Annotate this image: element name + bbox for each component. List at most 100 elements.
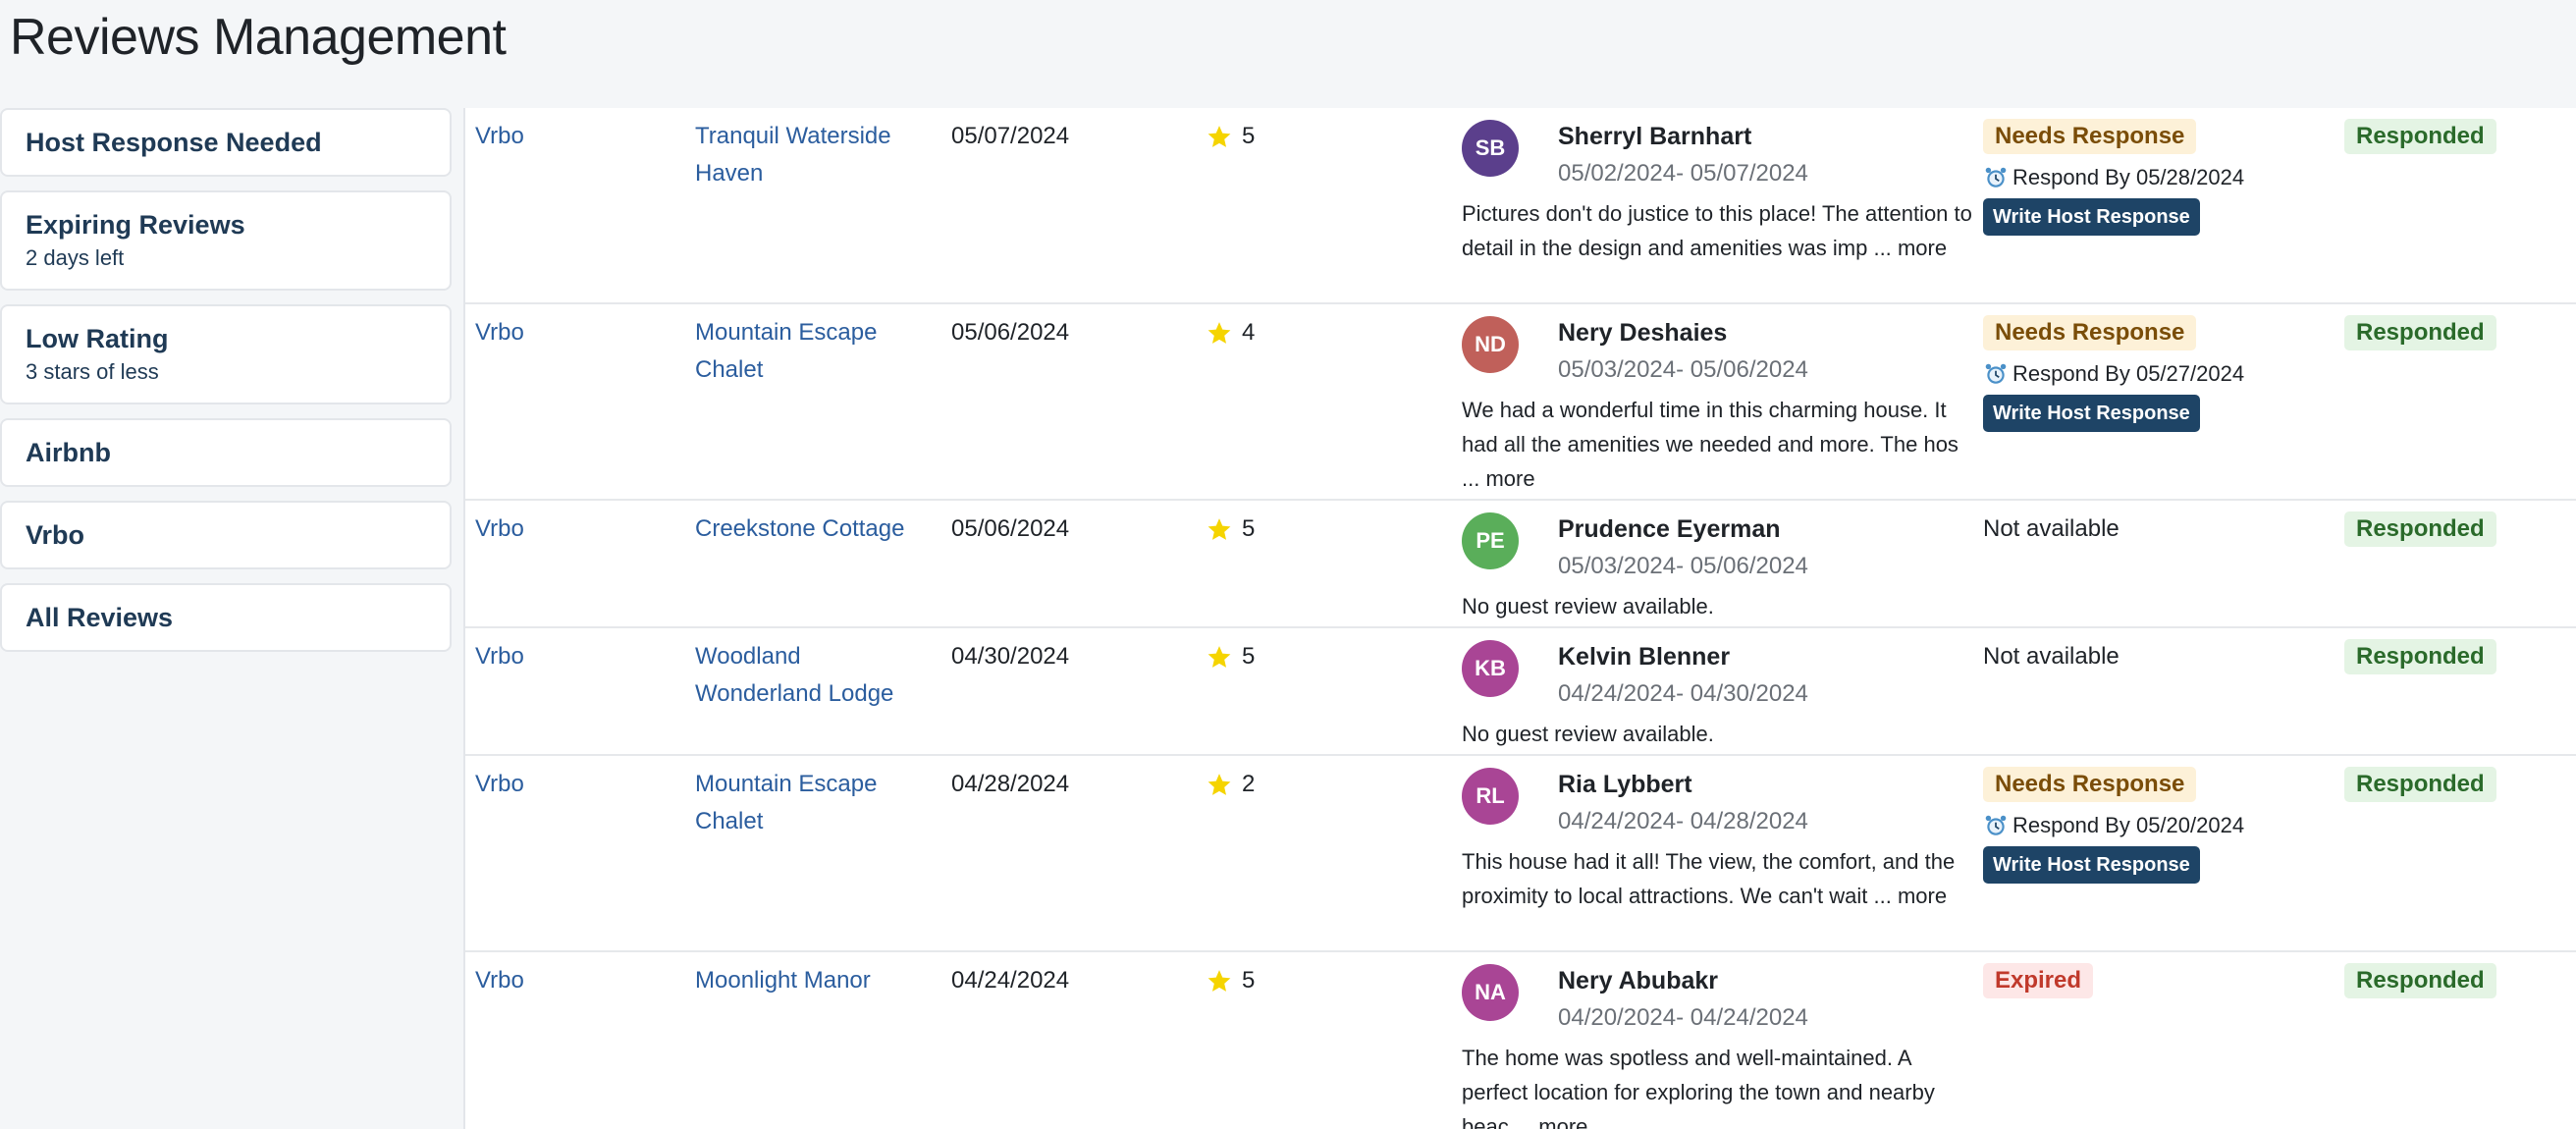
stay-dates: 04/24/2024- 04/28/2024: [1558, 808, 1808, 834]
guest-name: Nery Abubakr: [1558, 967, 1719, 995]
filter-title: All Reviews: [26, 603, 174, 632]
source-link[interactable]: Vrbo: [475, 771, 524, 797]
property-link[interactable]: Mountain Escape Chalet: [695, 319, 877, 383]
avatar: PE: [1462, 512, 1519, 569]
review-date: 04/30/2024: [951, 643, 1070, 670]
page-title: Reviews Management: [10, 9, 507, 66]
more-link[interactable]: more: [1898, 236, 1947, 260]
guest-cell: SB Sherryl Barnhart 05/02/2024- 05/07/20…: [1462, 118, 1972, 265]
rating: 2: [1207, 766, 1255, 803]
review-snippet: This house had it all! The view, the com…: [1462, 849, 1956, 908]
respond-by-text: Respond By 05/20/2024: [2012, 813, 2245, 837]
avatar: KB: [1462, 640, 1519, 697]
stay-dates: 05/02/2024- 05/07/2024: [1558, 160, 1808, 187]
review-text: Pictures don't do justice to this place!…: [1462, 196, 1972, 265]
review-snippet: Pictures don't do justice to this place!…: [1462, 201, 1972, 260]
alarm-clock-icon: [1985, 363, 2007, 384]
filter-expiring-reviews[interactable]: Expiring Reviews 2 days left: [0, 190, 452, 291]
response-not-available: Not available: [1983, 643, 2120, 670]
status-badge: Responded: [2344, 511, 2496, 547]
review-text: The home was spotless and well-maintaine…: [1462, 1041, 1972, 1129]
respond-by: Respond By 05/28/2024: [1983, 161, 2336, 194]
stay-dates: 05/03/2024- 05/06/2024: [1558, 553, 1808, 579]
write-host-response-button[interactable]: Write Host Response: [1983, 198, 2200, 236]
filter-sidebar: Host Response Needed Expiring Reviews 2 …: [0, 108, 452, 666]
guest-name: Nery Deshaies: [1558, 319, 1728, 347]
filter-airbnb[interactable]: Airbnb: [0, 418, 452, 487]
status-badge: Responded: [2344, 119, 2496, 154]
stay-dates: 04/20/2024- 04/24/2024: [1558, 1004, 1808, 1031]
star-icon: [1208, 126, 1231, 147]
guest-cell: KB Kelvin Blenner 04/24/2024- 04/30/2024…: [1462, 638, 1972, 751]
rating-value: 5: [1242, 643, 1256, 670]
filter-subtitle: 3 stars of less: [26, 359, 159, 384]
source-link[interactable]: Vrbo: [475, 123, 524, 149]
star-icon: [1208, 774, 1231, 795]
response-not-available: Not available: [1983, 515, 2120, 542]
property-link[interactable]: Mountain Escape Chalet: [695, 771, 877, 834]
guest-cell: PE Prudence Eyerman 05/03/2024- 05/06/20…: [1462, 511, 1972, 623]
write-host-response-button[interactable]: Write Host Response: [1983, 395, 2200, 432]
guest-cell: ND Nery Deshaies 05/03/2024- 05/06/2024 …: [1462, 314, 1972, 496]
filter-host-response-needed[interactable]: Host Response Needed: [0, 108, 452, 177]
source-link[interactable]: Vrbo: [475, 515, 524, 542]
star-icon: [1208, 970, 1231, 992]
rating: 5: [1207, 962, 1255, 999]
table-row: Vrbo Creekstone Cottage 05/06/2024 5 PE …: [465, 501, 2576, 628]
status-badge: Responded: [2344, 963, 2496, 998]
review-date: 04/24/2024: [951, 967, 1070, 994]
needs-response-badge: Needs Response: [1983, 315, 2197, 350]
filter-title: Vrbo: [26, 520, 85, 550]
property-link[interactable]: Creekstone Cottage: [695, 515, 904, 542]
avatar: RL: [1462, 768, 1519, 825]
rating-value: 4: [1242, 319, 1256, 346]
guest-name: Prudence Eyerman: [1558, 515, 1781, 543]
respond-by: Respond By 05/27/2024: [1983, 357, 2336, 391]
write-host-response-button[interactable]: Write Host Response: [1983, 846, 2200, 884]
stay-dates: 04/24/2024- 04/30/2024: [1558, 680, 1808, 707]
rating-value: 5: [1242, 123, 1256, 149]
source-link[interactable]: Vrbo: [475, 967, 524, 994]
rating-value: 2: [1242, 771, 1256, 797]
respond-by: Respond By 05/20/2024: [1983, 809, 2336, 842]
more-link[interactable]: more: [1485, 466, 1534, 491]
status-badge: Responded: [2344, 767, 2496, 802]
filter-vrbo[interactable]: Vrbo: [0, 501, 452, 569]
property-link[interactable]: Tranquil Waterside Haven: [695, 123, 891, 187]
review-date: 05/06/2024: [951, 515, 1070, 542]
filter-title: Expiring Reviews: [26, 210, 245, 240]
rating-value: 5: [1242, 967, 1256, 994]
status-badge: Responded: [2344, 315, 2496, 350]
star-icon: [1208, 322, 1231, 344]
filter-title: Low Rating: [26, 324, 169, 353]
source-link[interactable]: Vrbo: [475, 643, 524, 670]
response-cell: Needs Response Respond By 05/20/2024 Wri…: [1983, 766, 2336, 884]
response-cell: Not available: [1983, 638, 2336, 675]
filter-low-rating[interactable]: Low Rating 3 stars of less: [0, 304, 452, 404]
avatar: NA: [1462, 964, 1519, 1021]
rating: 4: [1207, 314, 1255, 351]
more-link[interactable]: more: [1898, 884, 1947, 908]
review-date: 05/06/2024: [951, 319, 1070, 346]
table-row: Vrbo Moonlight Manor 04/24/2024 5 NA Ner…: [465, 952, 2576, 1129]
review-snippet: The home was spotless and well-maintaine…: [1462, 1046, 1935, 1129]
alarm-clock-icon: [1985, 167, 2007, 188]
status-badge: Responded: [2344, 639, 2496, 674]
respond-by-text: Respond By 05/28/2024: [2012, 165, 2245, 189]
source-link[interactable]: Vrbo: [475, 319, 524, 346]
review-text: No guest review available.: [1462, 722, 1714, 746]
response-cell: Not available: [1983, 511, 2336, 548]
table-row: Vrbo Tranquil Waterside Haven 05/07/2024…: [465, 108, 2576, 304]
property-link[interactable]: Moonlight Manor: [695, 967, 871, 994]
rating: 5: [1207, 638, 1255, 675]
response-cell: Needs Response Respond By 05/28/2024 Wri…: [1983, 118, 2336, 236]
property-link[interactable]: Woodland Wonderland Lodge: [695, 643, 893, 707]
table-row: Vrbo Mountain Escape Chalet 04/28/2024 2…: [465, 756, 2576, 952]
more-link[interactable]: more: [1538, 1114, 1587, 1129]
filter-title: Airbnb: [26, 438, 111, 467]
filter-title: Host Response Needed: [26, 128, 322, 157]
filter-all-reviews[interactable]: All Reviews: [0, 583, 452, 652]
review-text: We had a wonderful time in this charming…: [1462, 393, 1972, 496]
filter-subtitle: 2 days left: [26, 245, 125, 270]
needs-response-badge: Needs Response: [1983, 119, 2197, 154]
